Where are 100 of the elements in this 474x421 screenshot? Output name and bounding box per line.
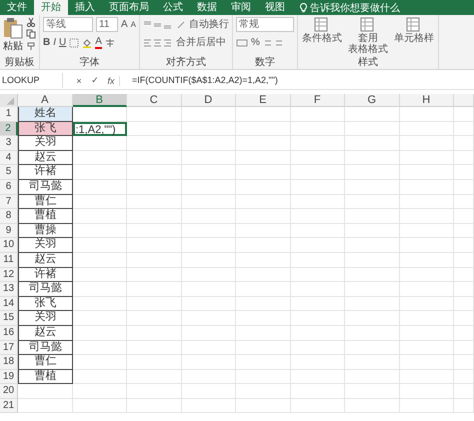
empty-cell[interactable] <box>182 340 236 356</box>
empty-cell[interactable] <box>236 326 290 340</box>
column-header[interactable]: E <box>236 94 290 107</box>
align-top-icon[interactable] <box>143 20 174 30</box>
row-header[interactable]: 7 <box>0 194 18 210</box>
empty-cell[interactable] <box>290 107 345 122</box>
empty-cell[interactable] <box>345 209 400 224</box>
empty-cell[interactable] <box>127 209 182 224</box>
row-header[interactable]: 17 <box>0 340 18 356</box>
empty-cell[interactable] <box>290 355 345 370</box>
empty-cell[interactable] <box>400 122 454 136</box>
table-cell[interactable]: 司马懿 <box>18 340 72 356</box>
empty-cell[interactable] <box>454 107 474 122</box>
empty-cell[interactable] <box>454 296 474 312</box>
empty-cell[interactable] <box>454 252 474 268</box>
italic-button[interactable]: I <box>53 36 56 49</box>
empty-cell[interactable] <box>345 296 400 312</box>
empty-cell[interactable] <box>454 238 474 253</box>
column-header[interactable]: B <box>72 94 127 107</box>
empty-cell[interactable] <box>454 370 474 384</box>
row-header[interactable]: 11 <box>0 252 18 268</box>
empty-cell[interactable] <box>182 384 236 399</box>
empty-cell[interactable] <box>400 194 454 210</box>
empty-cell[interactable] <box>127 355 182 370</box>
empty-cell[interactable] <box>72 370 127 384</box>
empty-cell[interactable] <box>236 282 290 297</box>
empty-cell[interactable] <box>290 340 345 356</box>
empty-cell[interactable] <box>182 165 236 180</box>
row-header[interactable]: 12 <box>0 268 18 282</box>
row-header[interactable]: 18 <box>0 355 18 370</box>
merge-center-button[interactable]: 合并后居中 <box>176 36 226 49</box>
table-cell[interactable]: 司马懿 <box>18 180 72 195</box>
empty-cell[interactable] <box>236 370 290 384</box>
tell-me-search[interactable]: 告诉我你想要做什么 <box>310 0 400 14</box>
formula-field[interactable]: =IF(COUNTIF($A$1:A2,A2)=1,A2,"") <box>126 73 474 88</box>
empty-cell[interactable] <box>454 122 474 136</box>
table-cell[interactable]: 曹操 <box>18 224 72 238</box>
empty-cell[interactable] <box>400 296 454 312</box>
column-header[interactable]: D <box>182 94 236 107</box>
empty-cell[interactable] <box>345 122 400 136</box>
fill-bucket-icon[interactable] <box>82 38 92 48</box>
empty-cell[interactable] <box>236 398 290 414</box>
empty-cell[interactable] <box>127 268 182 282</box>
empty-cell[interactable] <box>236 252 290 268</box>
currency-icon[interactable] <box>236 38 248 48</box>
orientation-icon[interactable] <box>176 20 186 30</box>
empty-cell[interactable] <box>400 180 454 195</box>
table-cell[interactable]: 张飞 <box>18 122 72 136</box>
empty-cell[interactable] <box>454 224 474 238</box>
empty-cell[interactable] <box>345 238 400 253</box>
empty-cell[interactable] <box>454 311 474 326</box>
cancel-button[interactable]: × <box>71 76 87 86</box>
ribbon-tab[interactable]: 插入 <box>68 0 102 15</box>
empty-cell[interactable] <box>454 165 474 180</box>
empty-cell[interactable] <box>72 252 127 268</box>
row-header[interactable]: 4 <box>0 150 18 166</box>
decimal-icon[interactable] <box>262 38 285 48</box>
empty-cell[interactable] <box>290 150 345 166</box>
table-cell[interactable]: 关羽 <box>18 136 72 151</box>
ribbon-tab[interactable]: 视图 <box>258 0 292 15</box>
empty-cell[interactable] <box>454 180 474 195</box>
ribbon-tab[interactable]: 数据 <box>190 0 224 15</box>
empty-cell[interactable] <box>182 398 236 414</box>
empty-cell[interactable] <box>72 194 127 210</box>
name-box[interactable]: LOOKUP <box>0 73 63 88</box>
empty-cell[interactable] <box>236 296 290 312</box>
empty-cell[interactable] <box>72 150 127 166</box>
empty-cell[interactable] <box>182 282 236 297</box>
empty-cell[interactable] <box>290 165 345 180</box>
empty-cell[interactable] <box>400 268 454 282</box>
shrink-font-button[interactable]: A <box>130 18 136 31</box>
empty-cell[interactable] <box>345 340 400 356</box>
enter-button[interactable]: ✓ <box>87 75 103 86</box>
empty-cell[interactable] <box>454 150 474 166</box>
percent-button[interactable]: % <box>251 36 260 49</box>
ribbon-tab[interactable]: 开始 <box>34 0 68 15</box>
empty-cell[interactable] <box>72 165 127 180</box>
empty-cell[interactable] <box>345 150 400 166</box>
empty-cell[interactable] <box>236 165 290 180</box>
empty-cell[interactable] <box>127 150 182 166</box>
underline-button[interactable]: U <box>59 36 66 49</box>
empty-cell[interactable] <box>182 268 236 282</box>
empty-cell[interactable] <box>345 384 400 399</box>
empty-cell[interactable] <box>127 107 182 122</box>
empty-cell[interactable] <box>345 268 400 282</box>
empty-cell[interactable] <box>182 194 236 210</box>
row-header[interactable]: 9 <box>0 224 18 238</box>
border-icon[interactable] <box>69 38 80 48</box>
empty-cell[interactable] <box>290 194 345 210</box>
empty-cell[interactable] <box>182 224 236 238</box>
empty-cell[interactable] <box>400 252 454 268</box>
empty-cell[interactable] <box>400 209 454 224</box>
column-header[interactable]: G <box>345 94 400 107</box>
wrap-text-button[interactable]: 自动换行 <box>189 18 230 31</box>
row-header[interactable]: 16 <box>0 326 18 340</box>
empty-cell[interactable] <box>400 165 454 180</box>
row-header[interactable]: 8 <box>0 209 18 224</box>
empty-cell[interactable] <box>236 384 290 399</box>
row-header[interactable]: 5 <box>0 165 18 180</box>
table-cell[interactable]: 许褚 <box>18 165 72 180</box>
